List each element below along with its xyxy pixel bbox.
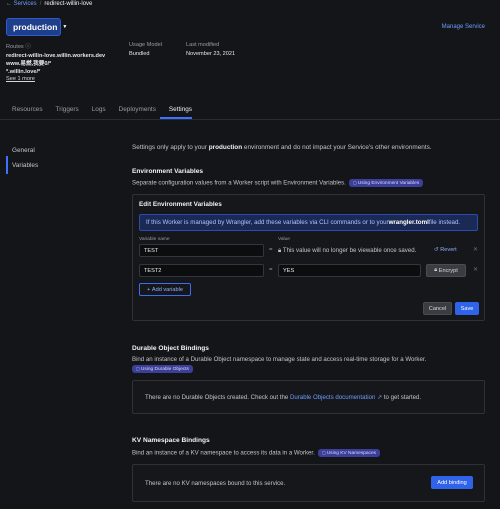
tab-logs[interactable]: Logs	[92, 106, 106, 113]
tab-resources[interactable]: Resources	[12, 106, 43, 113]
variable-value-input[interactable]: YES	[278, 264, 421, 277]
revert-icon: ↺	[434, 247, 439, 253]
intro-env-name: production	[208, 144, 243, 151]
route-item: *.willin.love/*	[6, 69, 41, 75]
kv-empty-text: There are no KV namespaces bound to this…	[145, 480, 286, 487]
sidebar-active-indicator	[6, 156, 8, 174]
environment-selector[interactable]: production ▼	[6, 18, 67, 36]
breadcrumb-services-link[interactable]: Services	[14, 1, 37, 7]
encrypt-button[interactable]: 🔒︎ Encrypt	[426, 264, 466, 277]
durable-objects-badge-wrap: Using Durable Objects	[132, 365, 193, 373]
encrypted-value-note: 🔒︎ This value will no longer be viewable…	[278, 247, 417, 254]
sidebar-item-general[interactable]: General	[12, 147, 35, 154]
tab-deployments[interactable]: Deployments	[119, 106, 156, 113]
durable-objects-docs-link[interactable]: Durable Objects documentation ↗	[290, 394, 382, 401]
durable-objects-docs-badge[interactable]: Using Durable Objects	[132, 365, 193, 373]
tab-bar: Resources Triggers Logs Deployments Sett…	[12, 106, 205, 113]
route-item: redirect-willin-love.willin.workers.dev	[6, 53, 106, 59]
lock-icon: 🔒︎	[278, 247, 282, 254]
wrangler-info-banner: If this Worker is managed by Wrangler, a…	[139, 214, 478, 231]
env-vars-description: Separate configuration values from a Wor…	[132, 179, 424, 187]
equals-sign: =	[269, 247, 273, 253]
chevron-down-icon: ▼	[62, 24, 68, 30]
tab-triggers[interactable]: Triggers	[56, 106, 79, 113]
kv-panel: There are no KV namespaces bound to this…	[132, 464, 485, 502]
edit-env-vars-panel: Edit Environment Variables If this Worke…	[132, 194, 485, 321]
info-icon: ⓘ	[25, 44, 31, 50]
manage-service-link[interactable]: Manage Service	[442, 24, 485, 30]
kv-description: Bind an instance of a KV namespace to ac…	[132, 449, 381, 457]
usage-model-block: Usage Model Bundled	[129, 42, 162, 58]
tab-divider	[0, 119, 500, 120]
breadcrumb: ← Services / redirect-willin-love	[6, 1, 92, 7]
add-variable-button[interactable]: + Add variable	[139, 283, 191, 296]
environment-name: production	[13, 22, 58, 32]
last-modified-label: Last modified	[186, 42, 220, 48]
sidebar-item-variables[interactable]: Variables	[12, 162, 38, 169]
durable-objects-panel: There are no Durable Objects created. Ch…	[132, 380, 485, 414]
routes-label: Routes ⓘ	[6, 44, 31, 50]
revert-button[interactable]: ↺ Revert	[434, 247, 457, 253]
value-column-label: Value	[278, 237, 290, 242]
active-tab-indicator	[160, 117, 192, 119]
edit-env-vars-title: Edit Environment Variables	[139, 201, 222, 208]
delete-row-icon[interactable]: ✕	[473, 266, 478, 273]
durable-objects-empty-text: There are no Durable Objects created. Ch…	[145, 394, 422, 401]
durable-objects-description: Bind an instance of a Durable Object nam…	[132, 356, 427, 363]
settings-intro: Settings only apply to your production e…	[132, 144, 432, 151]
last-modified-block: Last modified November 23, 2021	[186, 42, 235, 58]
routes-block: Routes ⓘ redirect-willin-love.willin.wor…	[6, 42, 105, 82]
add-binding-button[interactable]: Add binding	[431, 476, 473, 489]
env-vars-heading: Environment Variables	[132, 168, 204, 175]
cancel-button[interactable]: Cancel	[423, 302, 452, 315]
route-item: www.易燃,我要0/*	[6, 61, 52, 67]
delete-row-icon[interactable]: ✕	[473, 246, 478, 253]
tab-settings[interactable]: Settings	[169, 106, 192, 113]
breadcrumb-back-icon[interactable]: ←	[6, 1, 12, 7]
equals-sign: =	[269, 267, 273, 273]
usage-model-value: Bundled	[129, 51, 150, 57]
see-more-link[interactable]: See 1 more	[6, 76, 105, 82]
variable-name-input[interactable]: TEST2	[139, 264, 264, 277]
lock-icon: 🔒︎	[434, 267, 438, 273]
env-vars-docs-badge[interactable]: Using Environment Variables	[348, 179, 424, 187]
breadcrumb-current: redirect-willin-love	[44, 1, 93, 7]
kv-docs-badge[interactable]: Using KV Namespaces	[317, 449, 381, 457]
kv-heading: KV Namespace Bindings	[132, 437, 210, 444]
variable-name-column-label: Variable name	[139, 237, 170, 242]
usage-model-label: Usage Model	[129, 42, 162, 48]
save-button[interactable]: Save	[455, 302, 479, 315]
variable-name-input[interactable]: TEST	[139, 244, 264, 257]
plus-icon: +	[147, 286, 151, 293]
durable-objects-heading: Durable Object Bindings	[132, 345, 209, 352]
last-modified-value: November 23, 2021	[186, 51, 236, 57]
breadcrumb-separator: /	[39, 1, 42, 7]
